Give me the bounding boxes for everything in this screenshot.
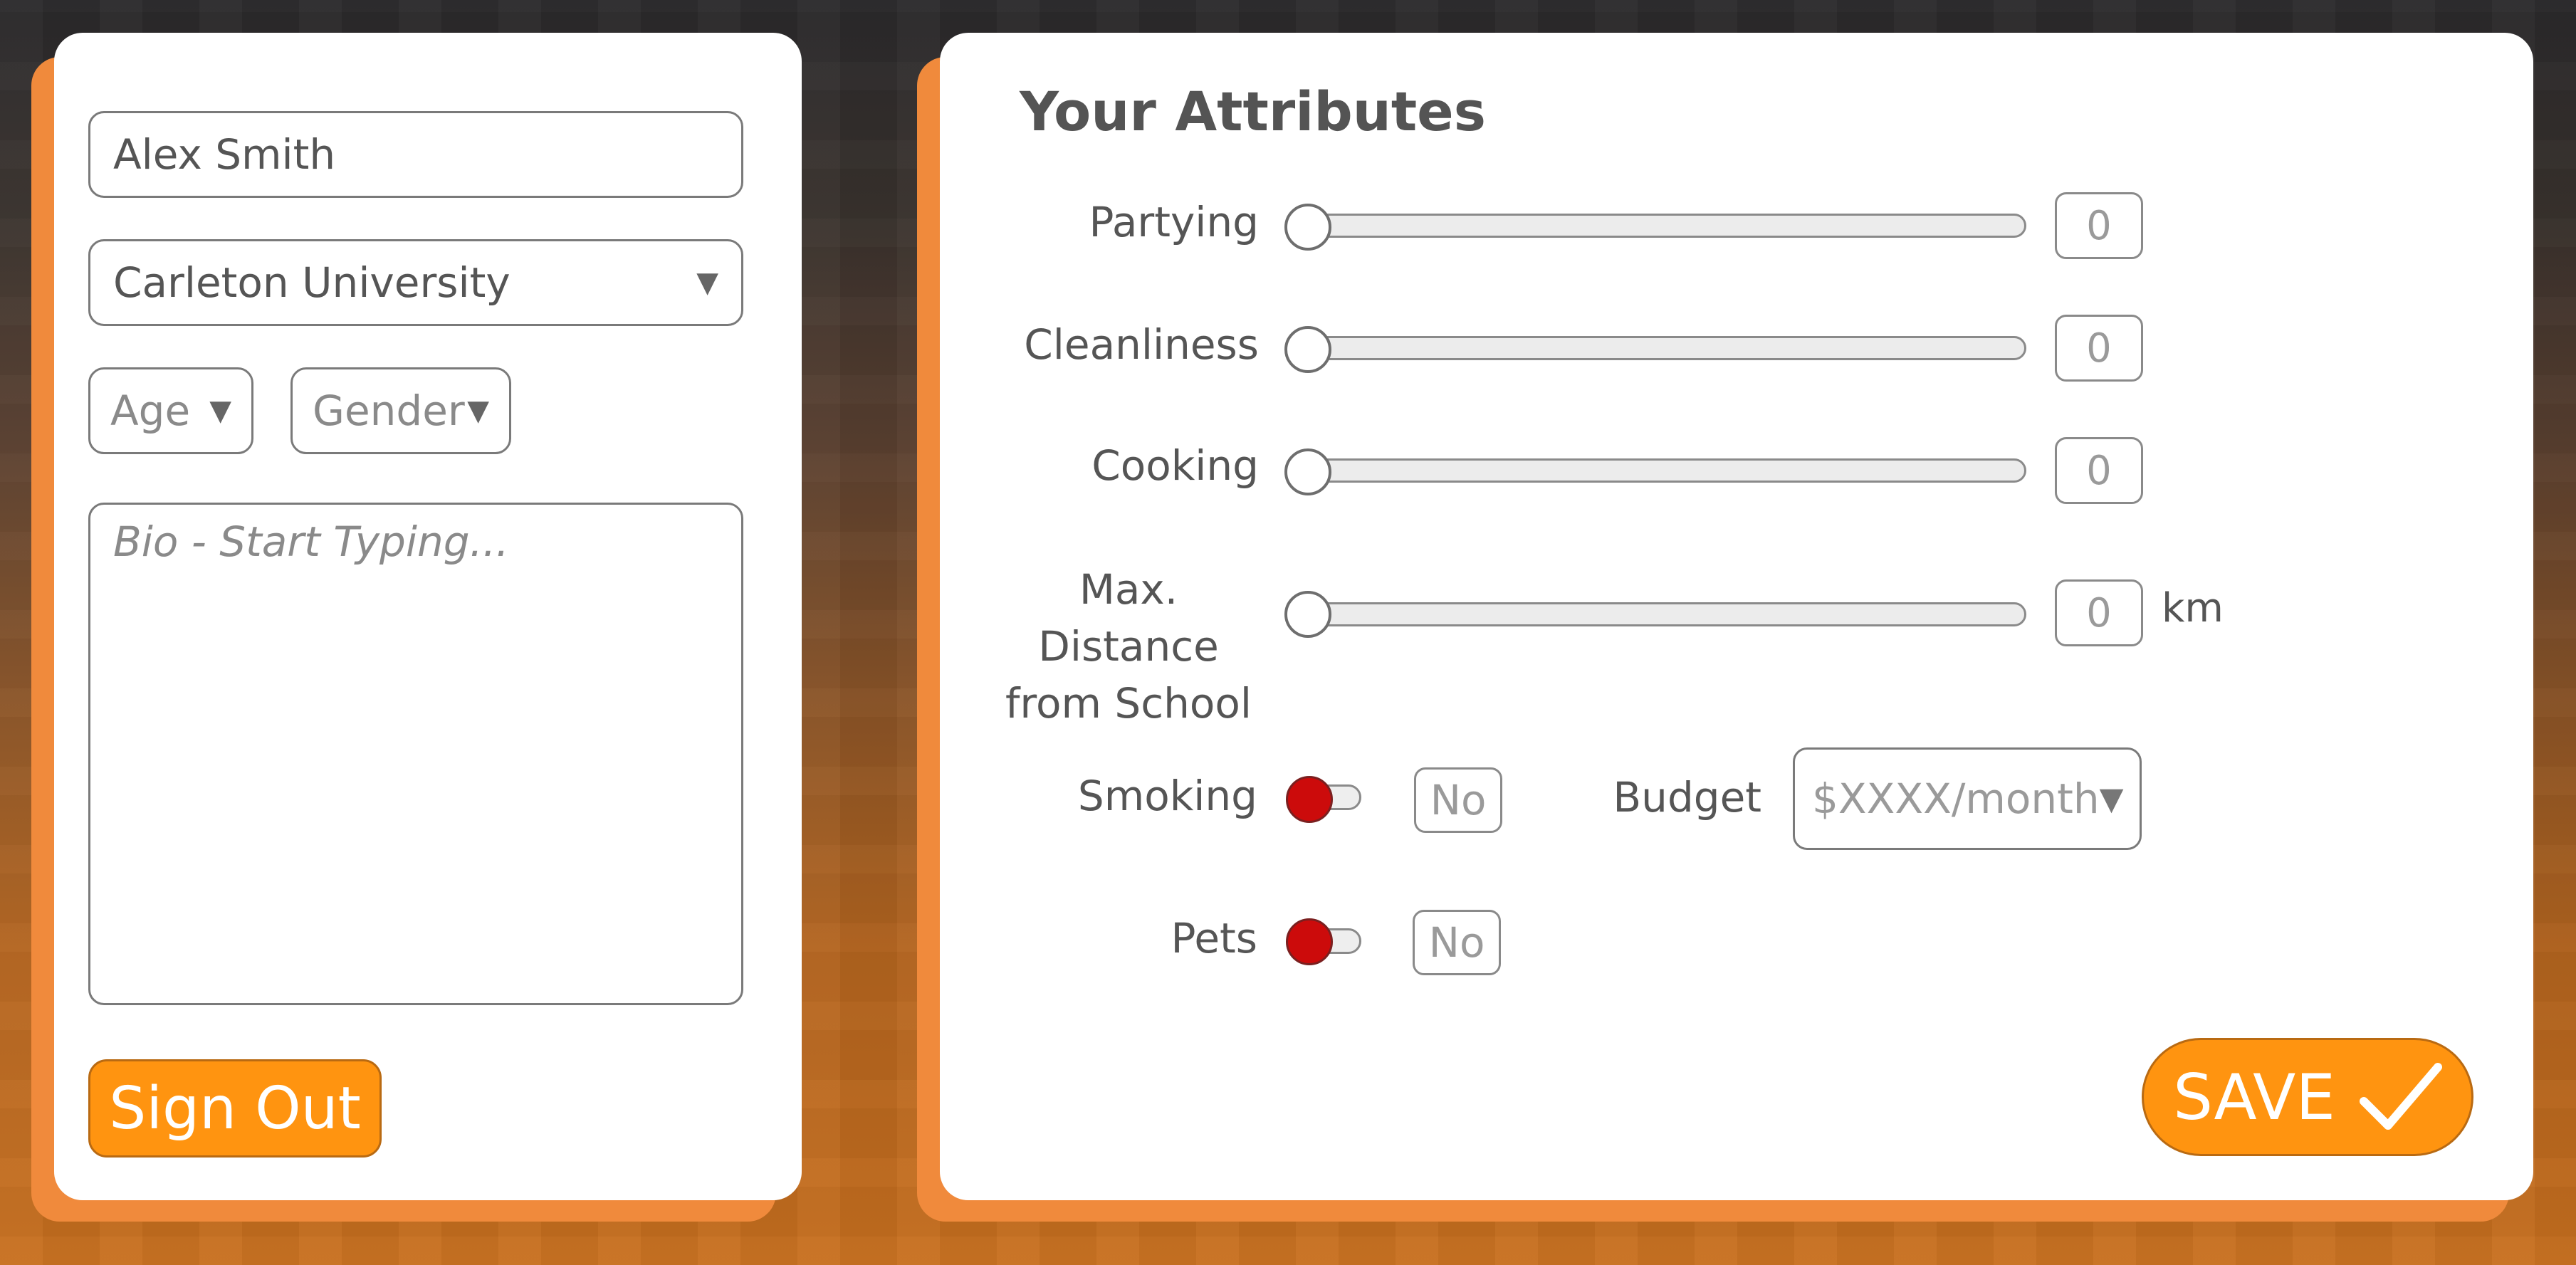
chevron-down-icon: ▼ — [696, 266, 718, 299]
name-input[interactable]: Alex Smith — [88, 111, 743, 198]
budget-select[interactable]: $XXXX/month ▼ — [1793, 747, 2142, 850]
bio-textarea[interactable]: Bio - Start Typing... — [88, 503, 743, 1005]
school-select[interactable]: Carleton University ▼ — [88, 239, 743, 326]
cleanliness-label: Cleanliness — [1024, 320, 1259, 369]
chevron-down-icon: ▼ — [467, 394, 489, 427]
smoking-value: No — [1414, 767, 1502, 833]
smoking-toggle-knob[interactable] — [1286, 776, 1333, 823]
attributes-title: Your Attributes — [1020, 80, 1486, 143]
save-button[interactable]: SAVE — [2142, 1038, 2473, 1156]
age-select[interactable]: Age ▼ — [88, 367, 253, 454]
cooking-slider-track[interactable] — [1293, 458, 2026, 483]
max-distance-slider-handle[interactable] — [1284, 591, 1331, 638]
budget-placeholder: $XXXX/month — [1812, 775, 2100, 823]
cooking-label: Cooking — [1091, 441, 1259, 490]
partying-label: Partying — [1089, 198, 1259, 246]
school-value: Carleton University — [113, 258, 511, 307]
pets-toggle-knob[interactable] — [1286, 918, 1333, 965]
sign-out-button[interactable]: Sign Out — [88, 1059, 382, 1158]
partying-slider-track[interactable] — [1293, 214, 2026, 238]
cleanliness-slider-handle[interactable] — [1284, 326, 1331, 373]
partying-slider-handle[interactable] — [1284, 204, 1331, 251]
cooking-slider-handle[interactable] — [1284, 448, 1331, 495]
cleanliness-value[interactable]: 0 — [2055, 315, 2143, 382]
max-distance-label: Max. Distance from School — [1005, 565, 1252, 728]
pets-label: Pets — [1171, 914, 1257, 962]
save-label: SAVE — [2173, 1060, 2335, 1134]
gender-select[interactable]: Gender ▼ — [290, 367, 511, 454]
smoking-label: Smoking — [1077, 772, 1257, 820]
budget-label: Budget — [1613, 773, 1761, 822]
chevron-down-icon: ▼ — [209, 394, 231, 427]
gender-placeholder: Gender — [313, 387, 465, 435]
age-placeholder: Age — [110, 387, 191, 435]
max-distance-value[interactable]: 0 — [2055, 579, 2143, 646]
distance-unit: km — [2162, 585, 2224, 631]
pets-value: No — [1413, 910, 1501, 975]
partying-value[interactable]: 0 — [2055, 192, 2143, 259]
name-value: Alex Smith — [113, 130, 336, 179]
cooking-value[interactable]: 0 — [2055, 437, 2143, 504]
max-distance-slider-track[interactable] — [1293, 602, 2026, 626]
chevron-down-icon: ▼ — [2099, 780, 2124, 817]
cleanliness-slider-track[interactable] — [1293, 336, 2026, 360]
checkmark-icon — [2359, 1063, 2442, 1130]
bio-placeholder: Bio - Start Typing... — [113, 518, 509, 566]
